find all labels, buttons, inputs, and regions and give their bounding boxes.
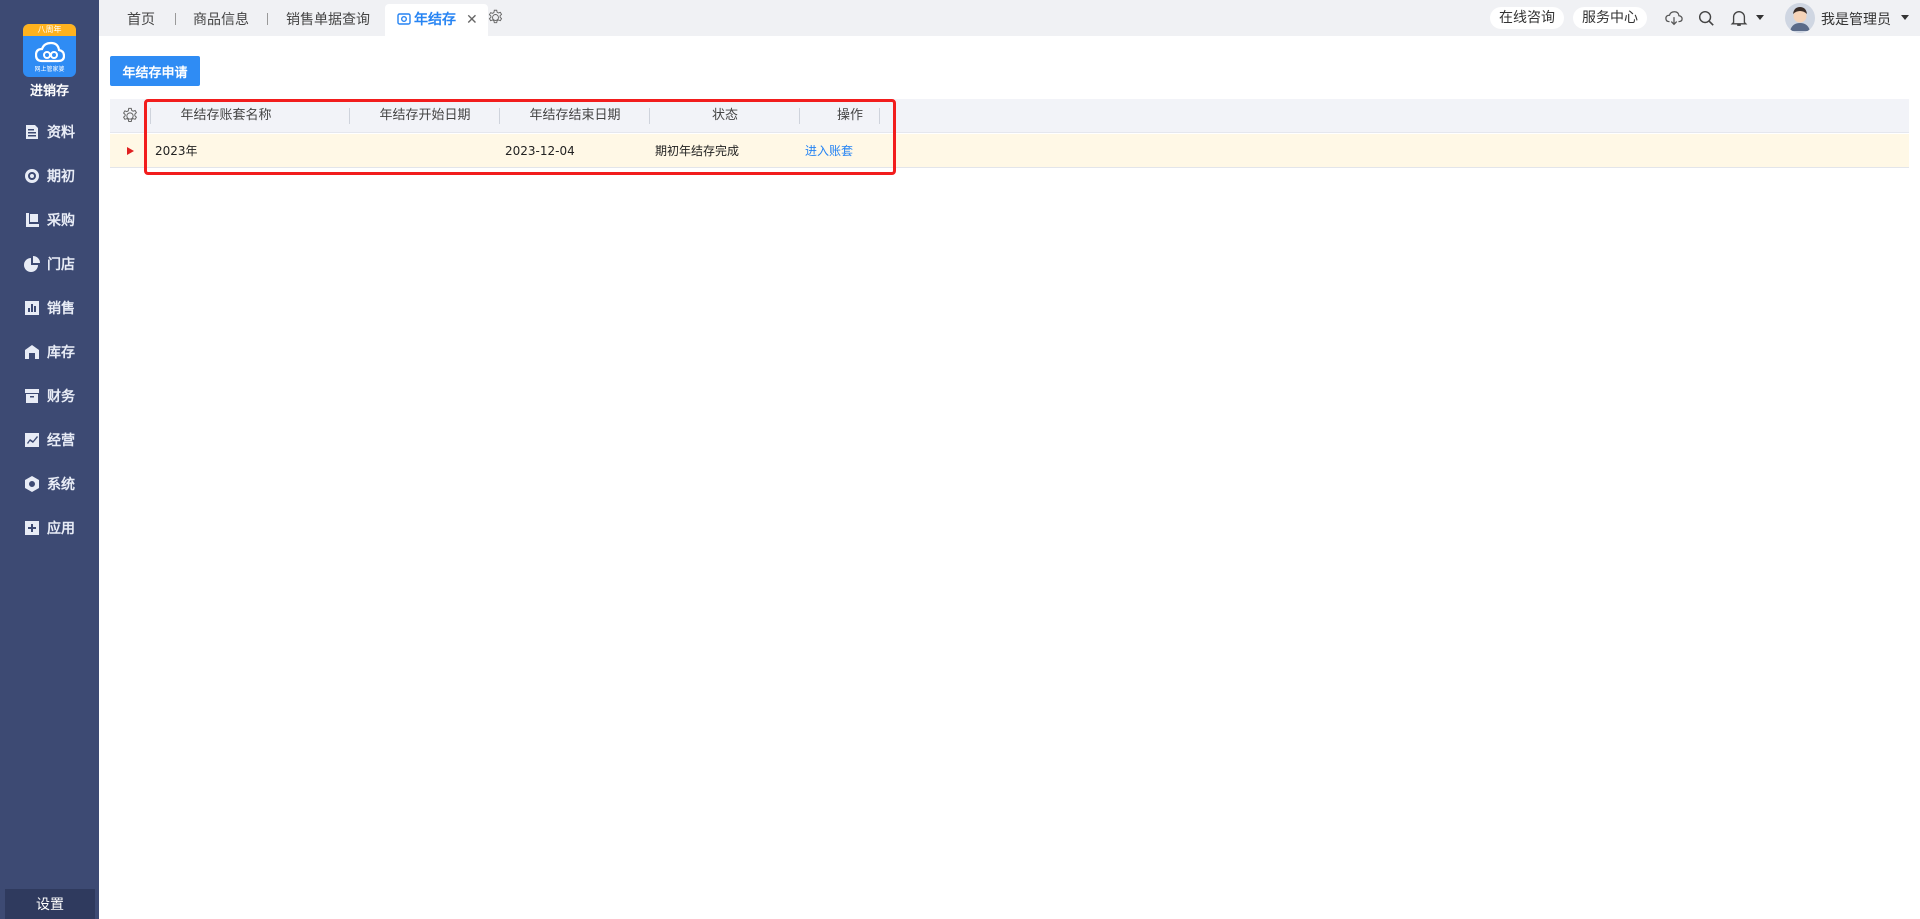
sidebar-item-label: 应用 [47,521,75,537]
online-consult-button[interactable]: 在线咨询 [1490,7,1564,29]
search-icon[interactable] [1697,9,1715,27]
sidebar-item-apps[interactable]: 应用 [0,510,99,546]
service-center-button[interactable]: 服务中心 [1573,7,1647,29]
tab-label: 年结存 [414,12,456,28]
sidebar-item-label: 采购 [47,213,75,229]
hexagon-icon [25,476,39,492]
sidebar-item-label: 财务 [47,389,75,405]
tab-divider [175,13,176,25]
sidebar-item-label: 系统 [47,477,75,493]
sidebar-item-label: 库存 [47,345,75,361]
user-dropdown-icon[interactable] [1901,15,1909,20]
sidebar-item-sales[interactable]: 销售 [0,290,99,326]
purchase-icon [26,213,39,227]
sidebar-item-purchase[interactable]: 采购 [0,202,99,238]
sidebar-item-label: 期初 [47,169,75,185]
sidebar-item-data[interactable]: 资料 [0,114,99,150]
pie-icon [24,256,40,272]
highlight-annotation-box [144,99,896,175]
user-name[interactable]: 我是管理员 [1821,9,1891,29]
bar-chart-icon [25,301,39,315]
sidebar-item-inventory[interactable]: 库存 [0,334,99,370]
logo-ribbon: 八周年 [23,24,76,36]
sidebar-item-system[interactable]: 系统 [0,466,99,502]
sidebar-item-operation[interactable]: 经营 [0,422,99,458]
tab-bar: 首页 商品信息 销售单据查询 年结存 ✕ 在线咨询 服务中心 我是管理员 [99,0,1920,36]
logo-subtitle: 网上管家婆 [34,66,65,73]
sidebar-item-label: 资料 [47,125,75,141]
cloud-download-icon[interactable] [1665,9,1683,27]
document-icon [26,125,38,139]
tab-home[interactable]: 首页 [127,4,155,36]
sidebar-item-opening[interactable]: 期初 [0,158,99,194]
target-icon [25,169,39,183]
tab-page-icon [397,13,411,25]
app-logo[interactable]: 八周年 网上管家婆 [23,24,76,77]
sidebar: 八周年 网上管家婆 进销存 资料 期初 采购 门店 销售 库存 财务 经营 系统… [0,0,99,919]
sidebar-item-label: 门店 [47,257,75,273]
tab-divider [267,13,268,25]
sidebar-item-store[interactable]: 门店 [0,246,99,282]
tab-sales-query[interactable]: 销售单据查询 [286,4,370,36]
user-avatar-icon [1785,3,1815,33]
avatar[interactable] [1785,3,1815,33]
sidebar-item-finance[interactable]: 财务 [0,378,99,414]
app-title: 进销存 [29,84,69,99]
notification-dropdown-icon[interactable] [1756,15,1764,20]
annual-closing-apply-button[interactable]: 年结存申请 [110,56,200,86]
tab-product-info[interactable]: 商品信息 [193,4,249,36]
tab-annual-closing[interactable]: 年结存 ✕ [385,4,488,36]
archive-icon [25,389,39,403]
trend-icon [25,433,39,447]
warehouse-icon [25,345,39,359]
settings-button[interactable]: 设置 [5,889,95,919]
column-settings-gear-icon[interactable] [121,107,139,125]
current-row-indicator-icon [127,147,134,155]
plus-square-icon [25,521,39,535]
cloud-icon [35,41,65,63]
tab-settings-gear-icon[interactable] [487,9,504,26]
sidebar-item-label: 经营 [47,433,75,449]
bell-icon[interactable] [1730,9,1748,27]
close-icon[interactable]: ✕ [466,12,478,28]
sidebar-item-label: 销售 [47,301,75,317]
